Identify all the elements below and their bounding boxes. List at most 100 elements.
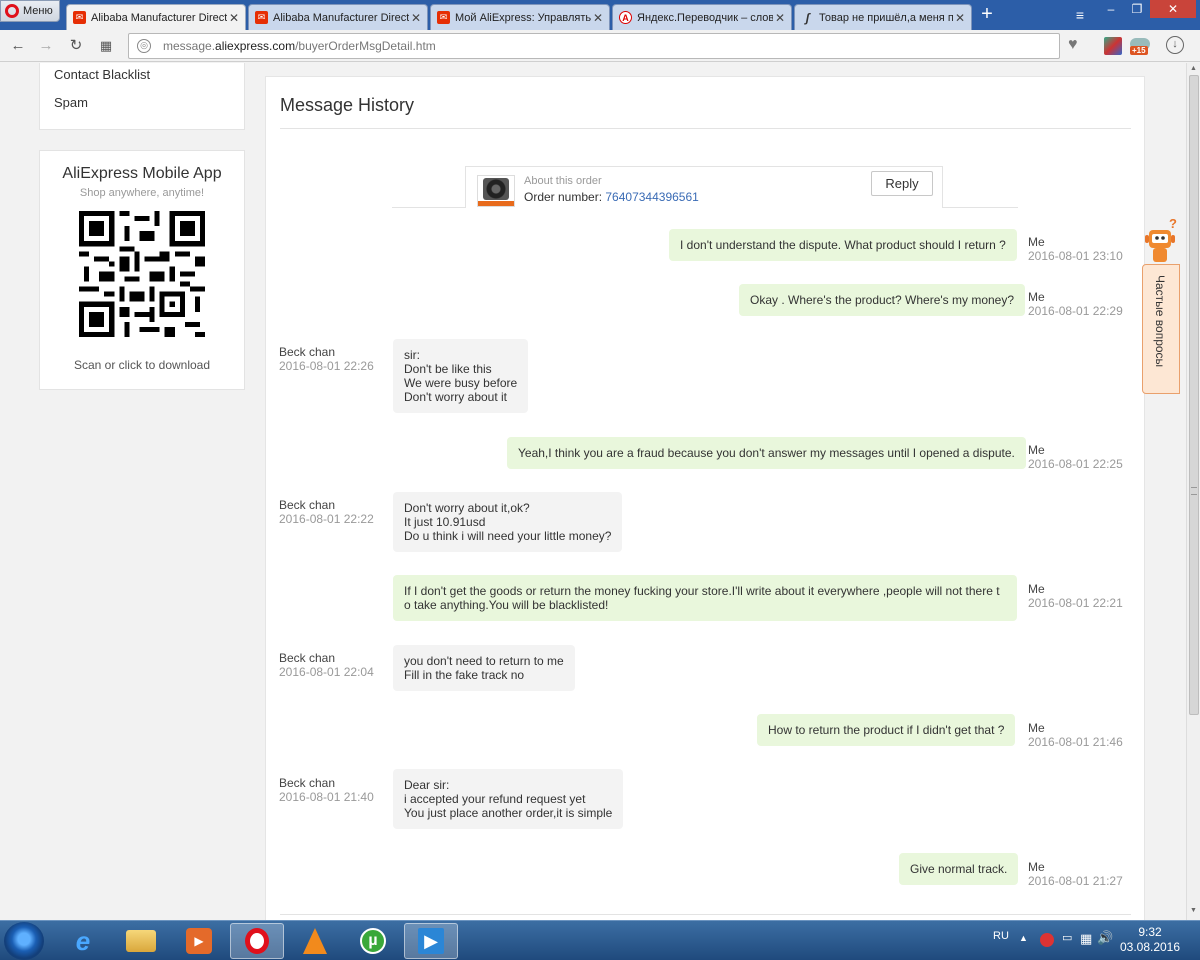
browser-tab-4[interactable]: A Яндекс.Переводчик – слова ✕ <box>612 4 792 30</box>
weather-badge: +15 <box>1130 46 1148 55</box>
close-tab-icon[interactable]: ✕ <box>773 11 787 25</box>
message-sender: Me <box>1028 582 1045 596</box>
mobile-app-card[interactable]: AliExpress Mobile App Shop anywhere, any… <box>39 150 245 390</box>
language-indicator[interactable]: RU <box>993 930 1009 942</box>
tab-title: Мой AliExpress: Управлять з <box>455 11 591 24</box>
aliexpress-icon: ✉ <box>255 11 268 24</box>
taskbar-ie[interactable]: e <box>56 923 110 959</box>
scroll-up-icon[interactable]: ▲ <box>1190 65 1197 72</box>
close-tab-icon[interactable]: ✕ <box>227 11 241 25</box>
message-text: Yeah,I think you are a fraud because you… <box>518 446 1015 460</box>
app-card-title: AliExpress Mobile App <box>62 165 222 182</box>
system-clock[interactable]: 9:32 03.08.2016 <box>1116 925 1184 955</box>
order-about-label: About this order <box>524 175 602 187</box>
tray-expand-icon[interactable]: ▲ <box>1019 933 1028 943</box>
product-thumbnail[interactable] <box>477 175 515 207</box>
message-text: Don't be like this <box>404 362 492 376</box>
play-icon: ▶ <box>418 928 444 954</box>
network-tray-icon[interactable]: ▭ <box>1062 931 1072 944</box>
extension-icon[interactable] <box>1104 37 1122 55</box>
start-button[interactable] <box>4 922 44 960</box>
forward-button[interactable]: → <box>36 36 56 56</box>
app-card-subtitle: Shop anywhere, anytime! <box>79 187 205 199</box>
scrollbar-thumb[interactable] <box>1189 75 1199 715</box>
browser-tab-3[interactable]: ✉ Мой AliExpress: Управлять з ✕ <box>430 4 610 30</box>
media-player-icon: ▶ <box>186 928 212 954</box>
opera-icon <box>245 928 269 954</box>
message-text: i accepted your refund request yet <box>404 792 586 806</box>
minimize-button[interactable]: – <box>1098 0 1124 18</box>
message-sender: Beck chan <box>279 498 336 512</box>
message-time: 2016-08-01 22:22 <box>279 512 374 526</box>
taskbar-explorer[interactable] <box>114 923 168 959</box>
scroll-down-icon[interactable]: ▼ <box>1190 907 1197 914</box>
title-divider <box>280 128 1131 129</box>
opera-icon <box>5 4 19 18</box>
speed-dial-icon[interactable]: ▦ <box>96 36 116 56</box>
new-tab-button[interactable]: + <box>976 4 998 26</box>
message-text: Don't worry about it <box>404 390 508 404</box>
message-text: You just place another order,it is simpl… <box>404 806 613 820</box>
reload-button[interactable]: ↻ <box>66 36 86 56</box>
message-sender: Me <box>1028 290 1045 304</box>
sidebar-link-contact-blacklist[interactable]: Contact Blacklist <box>40 64 244 92</box>
help-robot-icon[interactable]: ? <box>1143 216 1179 266</box>
order-number-link[interactable]: 76407344396561 <box>605 190 698 204</box>
taskbar-opera[interactable] <box>230 923 284 959</box>
app-card-download-text[interactable]: Scan or click to download <box>40 358 244 372</box>
restore-button[interactable]: ❐ <box>1124 0 1150 18</box>
message-bubble: If I don't get the goods or return the m… <box>393 575 1017 621</box>
tab-title: Alibaba Manufacturer Directo <box>91 11 227 24</box>
volume-tray-icon[interactable]: 🔊 <box>1097 930 1113 946</box>
message-text: We were busy before <box>404 376 518 390</box>
message-time: 2016-08-01 22:29 <box>1028 304 1123 318</box>
sidebar-link-spam[interactable]: Spam <box>40 92 244 120</box>
message-time: 2016-08-01 23:10 <box>1028 249 1123 263</box>
page-scrollbar[interactable]: ▲ ▼ <box>1186 63 1200 920</box>
order-number-prefix: Order number: <box>524 190 606 204</box>
message-meta: Beck chan 2016-08-01 21:40 <box>279 776 374 804</box>
taskbar-player[interactable]: ▶ <box>404 923 458 959</box>
message-meta: Me 2016-08-01 22:21 <box>1028 582 1123 610</box>
taskbar-vlc[interactable] <box>288 923 342 959</box>
taskbar-utorrent[interactable]: µ <box>346 923 400 959</box>
message-time: 2016-08-01 22:21 <box>1028 596 1123 610</box>
bookmark-heart-icon[interactable]: ♥ <box>1068 36 1078 54</box>
back-button[interactable]: ← <box>8 36 28 56</box>
internet-explorer-icon: e <box>75 925 91 956</box>
faq-side-tab[interactable]: Частые вопросы <box>1142 264 1180 394</box>
close-tab-icon[interactable]: ✕ <box>591 11 605 25</box>
reply-button[interactable]: Reply <box>871 171 933 196</box>
message-bubble: Dear sir: i accepted your refund request… <box>393 769 624 829</box>
monitor-tray-icon[interactable]: ▦ <box>1080 931 1092 947</box>
browser-tab-5[interactable]: ʃ Товар не пришёл,а меня пр ✕ <box>794 4 972 30</box>
tab-title: Товар не пришёл,а меня пр <box>819 11 953 24</box>
aliexpress-icon: ✉ <box>437 11 450 24</box>
windows-taskbar: e ▶ µ ▶ RU ▲ ▭ ▦ 🔊 9:32 03.08.2016 <box>0 920 1200 960</box>
url-input[interactable]: ◎ message.aliexpress.com/buyerOrderMsgDe… <box>128 33 1060 59</box>
page-title: Message History <box>280 95 415 115</box>
qr-code-image[interactable] <box>79 211 205 337</box>
message-bubble: sir: Don't be like this We were busy bef… <box>393 339 529 413</box>
message-sender: Me <box>1028 235 1045 249</box>
weather-extension-icon[interactable]: +15 <box>1130 36 1152 58</box>
message-bubble: Yeah,I think you are a fraud because you… <box>507 437 1026 469</box>
forum-icon: ʃ <box>805 10 810 25</box>
taskbar-media-player[interactable]: ▶ <box>172 923 226 959</box>
message-time: 2016-08-01 22:25 <box>1028 457 1123 471</box>
message-meta: Me 2016-08-01 21:46 <box>1028 721 1123 749</box>
antivirus-tray-icon[interactable] <box>1040 933 1054 947</box>
message-history-panel: Message History About this order Order n… <box>265 76 1145 920</box>
opera-menu-button[interactable]: Меню <box>0 0 60 22</box>
tab-menu-icon[interactable]: ≡ <box>1070 6 1090 24</box>
message-text: It just 10.91usd <box>404 515 486 529</box>
close-window-button[interactable]: ✕ <box>1150 0 1196 18</box>
browser-tab-2[interactable]: ✉ Alibaba Manufacturer Directo ✕ <box>248 4 428 30</box>
sidebar-nav-card: Contact Blacklist Spam <box>39 63 245 130</box>
download-icon[interactable]: ↓ <box>1166 36 1184 54</box>
message-meta: Me 2016-08-01 22:25 <box>1028 443 1123 471</box>
close-tab-icon[interactable]: ✕ <box>409 11 423 25</box>
order-info-card: About this order Order number: 764073443… <box>465 166 943 208</box>
close-tab-icon[interactable]: ✕ <box>953 11 967 25</box>
browser-tab-1[interactable]: ✉ Alibaba Manufacturer Directo ✕ <box>66 4 246 30</box>
